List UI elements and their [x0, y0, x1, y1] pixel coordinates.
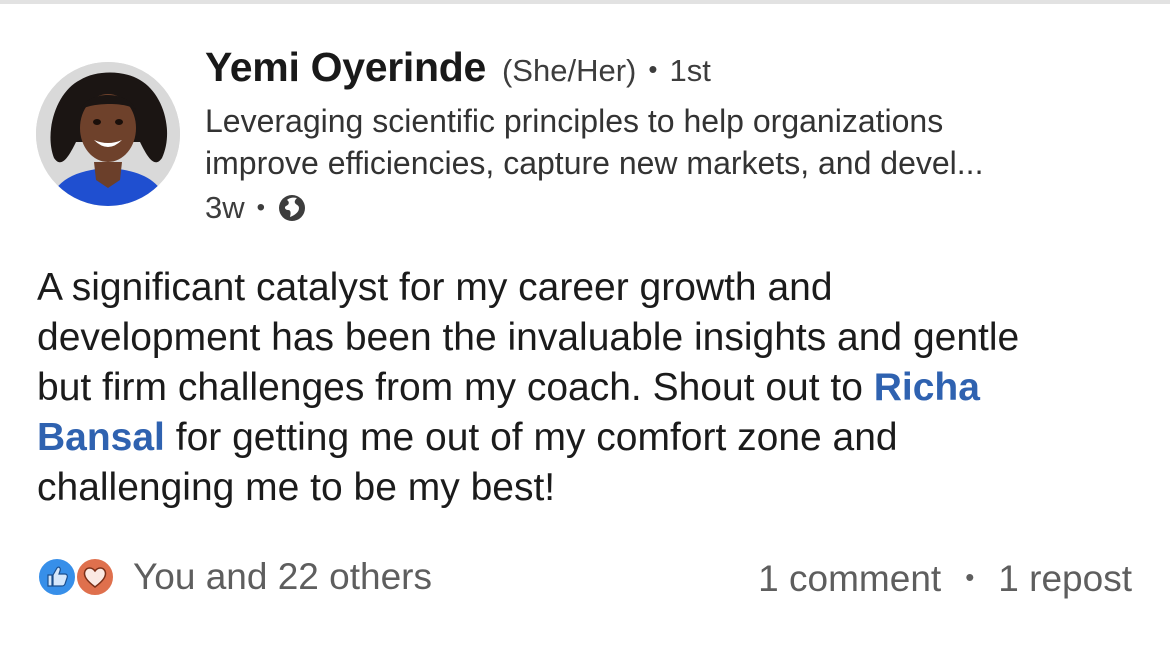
mention-link[interactable]: Bansal: [37, 416, 165, 459]
separator-dot: •: [256, 194, 266, 221]
headline-line: Leveraging scientific principles to help…: [205, 103, 944, 139]
author-name-line: Yemi Oyerinde (She/Her) • 1st: [205, 44, 1150, 96]
love-icon: [75, 557, 115, 597]
post-line: A significant catalyst for my career gro…: [37, 266, 833, 309]
globe-icon: [277, 193, 307, 223]
comments-count[interactable]: 1 comment: [758, 558, 941, 600]
top-divider: [0, 0, 1170, 4]
author-name[interactable]: Yemi Oyerinde: [205, 44, 486, 91]
post-line: Bansal for getting me out of my comfort …: [37, 416, 898, 459]
avatar-photo: [36, 62, 180, 206]
reactions-summary[interactable]: You and 22 others: [37, 555, 432, 599]
connection-degree: 1st: [669, 53, 711, 88]
separator-dot: •: [965, 561, 975, 592]
avatar[interactable]: [36, 62, 180, 206]
post-text: A significant catalyst for my career gro…: [37, 263, 1147, 513]
separator-dot: •: [648, 54, 658, 84]
post-header: Yemi Oyerinde (She/Her) • 1st Leveraging…: [205, 44, 1150, 230]
mention-link[interactable]: Richa: [874, 366, 980, 409]
post-line: challenging me to be my best!: [37, 466, 556, 509]
like-icon: [37, 557, 77, 597]
author-pronouns: (She/Her): [501, 53, 637, 88]
headline-line: improve efficiencies, capture new market…: [205, 145, 984, 181]
reaction-icons: [37, 555, 119, 599]
reposts-count[interactable]: 1 repost: [998, 558, 1132, 600]
post-meta: 3w •: [205, 186, 1150, 230]
post-line: development has been the invaluable insi…: [37, 316, 1020, 359]
author-headline[interactable]: Leveraging scientific principles to help…: [205, 100, 1140, 184]
post-age: 3w: [205, 190, 245, 225]
post-line: but firm challenges from my coach. Shout…: [37, 366, 980, 409]
engagement-counts: 1 comment • 1 repost: [758, 555, 1132, 603]
reactions-count: You and 22 others: [133, 556, 432, 597]
